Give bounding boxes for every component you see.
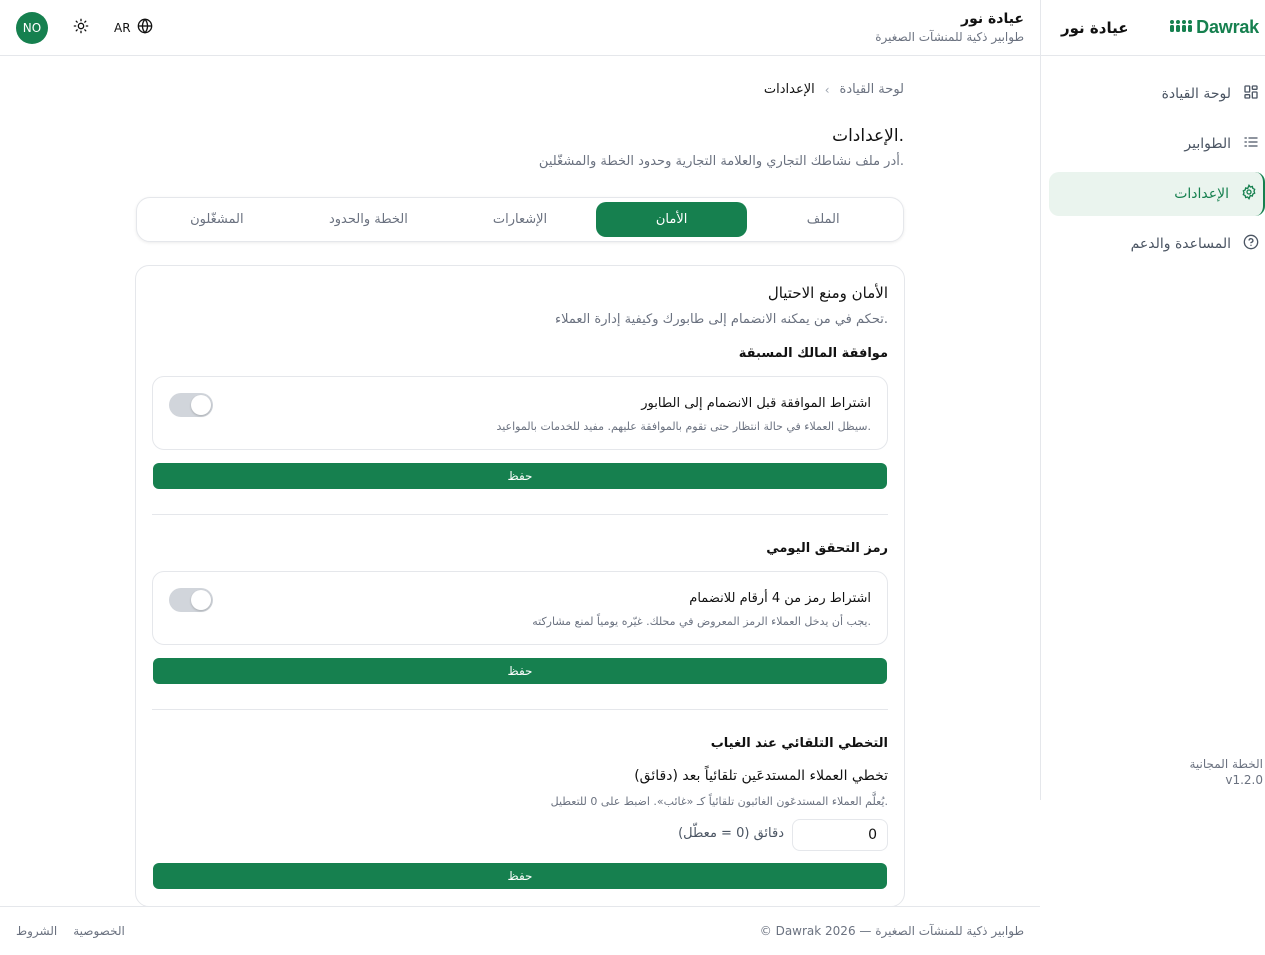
sidebar: عيادة نور Dawrak لوحة القيادة الطوابير ا…: [1040, 0, 1265, 800]
daily-code-toggle-hint: يجب أن يدخل العملاء الرمز المعروض في محل…: [532, 615, 871, 628]
plan-label: الخطة المجانية: [1189, 757, 1263, 771]
switch-knob: [191, 395, 211, 415]
daily-code-toggle-box: اشتراط رمز من 4 أرقام للانضمام يجب أن يد…: [152, 571, 888, 645]
page-title: الإعدادات.: [832, 126, 904, 146]
language-switcher[interactable]: AR: [114, 18, 153, 37]
sidebar-item-label: الطوابير: [1184, 136, 1231, 152]
logo-wordmark: Dawrak: [1196, 17, 1259, 37]
daily-code-section-title: رمز التحقق اليومي: [766, 541, 888, 556]
card-description: تحكم في من يمكنه الانضمام إلى طابورك وكي…: [555, 312, 888, 327]
approval-section-title: موافقة المالك المسبقة: [738, 346, 888, 361]
business-tagline: طوابير ذكية للمنشآت الصغيرة: [875, 30, 1024, 44]
security-card: الأمان ومنع الاحتيال تحكم في من يمكنه ال…: [135, 265, 905, 907]
page-subtitle: أدر ملف نشاطك التجاري والعلامة التجارية …: [538, 154, 904, 169]
sidebar-item-label: لوحة القيادة: [1161, 86, 1231, 102]
tab-notifications[interactable]: الإشعارات: [444, 202, 596, 237]
daily-code-toggle-switch[interactable]: [169, 588, 213, 612]
sidebar-item-queues[interactable]: الطوابير: [1049, 122, 1265, 166]
tab-profile[interactable]: الملف: [747, 202, 899, 237]
theme-toggle-button[interactable]: [68, 15, 94, 41]
sun-icon: [73, 18, 89, 38]
tab-plan-limits[interactable]: الخطة والحدود: [293, 202, 445, 237]
sidebar-item-help[interactable]: المساعدة والدعم: [1049, 222, 1265, 266]
settings-tabs: الملف الأمان الإشعارات الخطة والحدود الم…: [136, 197, 904, 242]
plan-info: الخطة المجانية v1.2.0: [1189, 756, 1263, 788]
approval-toggle-box: اشتراط الموافقة قبل الانضمام إلى الطابور…: [152, 376, 888, 450]
sidebar-item-label: المساعدة والدعم: [1130, 236, 1231, 252]
sidebar-item-settings[interactable]: الإعدادات: [1049, 172, 1265, 216]
breadcrumb-current: الإعدادات: [763, 82, 815, 97]
footer-copyright: © Dawrak 2026 — طوابير ذكية للمنشآت الصغ…: [759, 924, 1024, 938]
section-divider: [152, 709, 888, 710]
business-name: عيادة نور: [961, 11, 1024, 27]
approval-save-button[interactable]: حفظ: [153, 463, 887, 489]
dawrak-logo[interactable]: Dawrak: [1169, 17, 1259, 38]
sidebar-item-dashboard[interactable]: لوحة القيادة: [1049, 72, 1265, 116]
tab-security[interactable]: الأمان: [595, 202, 748, 237]
auto-skip-field-hint: يُعلَّم العملاء المستدعَون الغائبون تلقا…: [550, 795, 888, 808]
sidebar-brand: عيادة نور Dawrak: [1041, 0, 1265, 56]
privacy-link[interactable]: الخصوصية: [73, 924, 125, 938]
auto-skip-save-button[interactable]: حفظ: [153, 863, 887, 889]
gear-icon: [1241, 184, 1257, 204]
business-info: عيادة نور طوابير ذكية للمنشآت الصغيرة: [875, 11, 1024, 44]
tab-operators[interactable]: المشغّلون: [141, 202, 293, 237]
language-label: AR: [114, 20, 131, 35]
help-circle-icon: [1243, 234, 1259, 254]
queue-people-icon: [1169, 18, 1193, 38]
terms-link[interactable]: الشروط: [16, 924, 57, 938]
daily-code-save-button[interactable]: حفظ: [153, 658, 887, 684]
approval-toggle-switch[interactable]: [169, 393, 213, 417]
section-divider: [152, 514, 888, 515]
card-title: الأمان ومنع الاحتيال: [767, 284, 888, 302]
user-avatar[interactable]: NO: [16, 11, 48, 44]
app-version: v1.2.0: [1225, 773, 1263, 787]
auto-skip-section-title: التخطي التلقائي عند الغياب: [710, 736, 888, 751]
sidebar-nav: لوحة القيادة الطوابير الإعدادات المساعدة…: [1041, 56, 1265, 266]
breadcrumb-dashboard-link[interactable]: لوحة القيادة: [840, 82, 904, 97]
auto-skip-minutes-input[interactable]: 0: [792, 819, 888, 851]
top-header: NO AR عيادة نور طوابير ذكية للمنشآت الصغ…: [0, 0, 1040, 56]
list-icon: [1243, 134, 1259, 154]
dashboard-grid-icon: [1243, 84, 1259, 104]
globe-icon: [137, 18, 153, 37]
approval-toggle-hint: سيظل العملاء في حالة انتظار حتى تقوم بال…: [496, 420, 871, 433]
main-content: لوحة القيادة › الإعدادات الإعدادات. أدر …: [0, 56, 1040, 907]
auto-skip-field-label: تخطي العملاء المستدعَين تلقائياً بعد (دق…: [634, 768, 888, 784]
approval-toggle-label: اشتراط الموافقة قبل الانضمام إلى الطابور: [641, 396, 871, 411]
footer: الشروط الخصوصية © Dawrak 2026 — طوابير ذ…: [0, 906, 1040, 955]
chevron-left-icon: ›: [824, 82, 830, 97]
breadcrumb: لوحة القيادة › الإعدادات: [764, 82, 904, 97]
switch-knob: [191, 590, 211, 610]
sidebar-item-label: الإعدادات: [1174, 186, 1229, 202]
footer-links: الشروط الخصوصية: [16, 924, 125, 938]
header-actions: NO AR: [16, 11, 153, 44]
daily-code-toggle-label: اشتراط رمز من 4 أرقام للانضمام: [689, 591, 871, 606]
sidebar-business-name: عيادة نور: [1061, 18, 1129, 37]
auto-skip-unit-label: دقائق (0 = معطّل): [678, 826, 784, 841]
